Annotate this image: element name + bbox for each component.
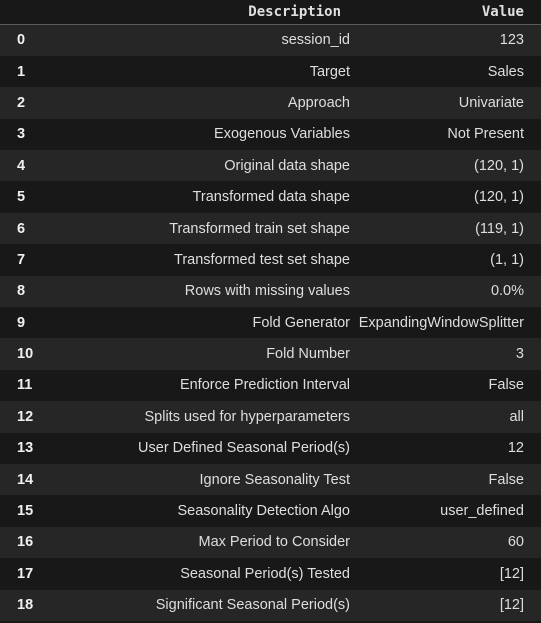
- row-description: Fold Number: [266, 346, 350, 363]
- index-header: [0, 0, 40, 25]
- row-description: Max Period to Consider: [198, 534, 350, 551]
- row-value: (1, 1): [490, 251, 524, 268]
- row-index: 10: [17, 346, 34, 363]
- row-index: 1: [17, 63, 26, 80]
- table-body: 0 session_id 123 1 Target Sales 2 Approach Univa…: [0, 24, 541, 621]
- row-index: 13: [17, 440, 34, 457]
- table-row: 17 Seasonal Period(s) Tested [12]: [0, 558, 541, 590]
- table-row: 16 Max Period to Consider 60: [0, 526, 541, 559]
- row-value: [12]: [499, 597, 524, 614]
- row-index: 14: [17, 471, 34, 488]
- row-description: Rows with missing values: [184, 283, 350, 300]
- table-row: 8 Rows with missing values 0.0%: [0, 275, 541, 308]
- row-index: 12: [17, 408, 34, 425]
- row-description: Splits used for hyperparameters: [144, 408, 350, 425]
- row-value: (120, 1): [474, 189, 524, 206]
- row-value: (120, 1): [474, 157, 524, 174]
- table-header: Description Value: [0, 0, 541, 25]
- row-index: 6: [17, 220, 26, 237]
- table-row: 1 Target Sales: [0, 55, 541, 88]
- table-row: 11 Enforce Prediction Interval False: [0, 369, 541, 402]
- row-value: False: [488, 471, 524, 488]
- row-index: 5: [17, 189, 26, 206]
- row-value: 0.0%: [490, 283, 524, 300]
- table-row: 2 Approach Univariate: [0, 87, 541, 119]
- row-index: 7: [17, 251, 26, 268]
- value-header: Value: [358, 0, 541, 25]
- row-description: Seasonal Period(s) Tested: [180, 565, 350, 582]
- table-row: 10 Fold Number 3: [0, 338, 541, 370]
- table-row: 6 Transformed train set shape (119, 1): [0, 212, 541, 245]
- dataframe-output: Description Value 0 session_id 123 1 Target S…: [0, 0, 541, 623]
- row-description: Enforce Prediction Interval: [179, 377, 350, 394]
- row-value: 123: [499, 32, 524, 49]
- row-value: Sales: [487, 63, 524, 80]
- table-row: 7 Transformed test set shape (1, 1): [0, 244, 541, 276]
- table-row: 18 Significant Seasonal Period(s) [12]: [0, 589, 541, 621]
- row-value: all: [509, 408, 524, 425]
- table-row: 0 session_id 123: [0, 24, 541, 56]
- row-value: Not Present: [447, 126, 524, 143]
- row-value: (119, 1): [475, 220, 524, 237]
- row-index: 17: [17, 565, 34, 582]
- row-description: Approach: [287, 94, 350, 111]
- row-description: Transformed train set shape: [169, 220, 350, 237]
- table-row: 4 Original data shape (120, 1): [0, 150, 541, 182]
- row-description: Significant Seasonal Period(s): [155, 597, 350, 614]
- row-description: Transformed test set shape: [174, 251, 350, 268]
- table-row: 9 Fold Generator ExpandingWindowSplitter: [0, 307, 541, 339]
- row-description: Seasonality Detection Algo: [177, 503, 351, 520]
- table-row: 13 User Defined Seasonal Period(s) 12: [0, 432, 541, 464]
- table-row: 12 Splits used for hyperparameters all: [0, 401, 541, 433]
- header-row: Description Value: [0, 0, 541, 25]
- row-index: 9: [17, 314, 26, 331]
- row-index: 16: [17, 534, 34, 551]
- row-index: 15: [17, 503, 34, 520]
- table-row: 15 Seasonality Detection Algo user_defined: [0, 495, 541, 527]
- row-description: Ignore Seasonality Test: [199, 471, 350, 488]
- row-description: Fold Generator: [252, 314, 350, 331]
- row-value: ExpandingWindowSplitter: [358, 314, 524, 331]
- table-row: 5 Transformed data shape (120, 1): [0, 181, 541, 213]
- row-value: False: [488, 377, 524, 394]
- row-value: 60: [507, 534, 524, 551]
- row-value: Univariate: [458, 94, 524, 111]
- row-description: Exogenous Variables: [214, 126, 350, 143]
- row-description: session_id: [281, 32, 350, 49]
- row-index: 3: [17, 126, 26, 143]
- table-row: 3 Exogenous Variables Not Present: [0, 118, 541, 151]
- row-index: 8: [17, 283, 26, 300]
- row-value: 12: [507, 440, 524, 457]
- row-value: 3: [515, 346, 524, 363]
- row-index: 4: [17, 157, 26, 174]
- row-description: User Defined Seasonal Period(s): [138, 440, 350, 457]
- row-value: [12]: [499, 565, 524, 582]
- row-description: Transformed data shape: [192, 189, 350, 206]
- row-value: user_defined: [440, 503, 524, 520]
- row-index: 11: [17, 377, 33, 394]
- row-index: 18: [17, 597, 34, 614]
- table-row: 14 Ignore Seasonality Test False: [0, 463, 541, 496]
- row-index: 0: [17, 32, 26, 49]
- row-description: Original data shape: [224, 157, 350, 174]
- row-index: 2: [17, 94, 26, 111]
- setup-summary-table: Description Value 0 session_id 123 1 Target S…: [0, 0, 541, 621]
- row-description: Target: [309, 63, 350, 80]
- description-header: Description: [40, 0, 358, 25]
